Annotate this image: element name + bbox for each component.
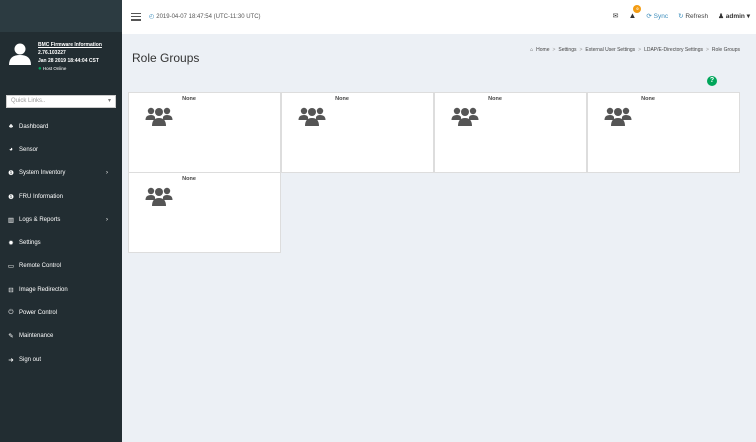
chevron-right-icon: › [106, 170, 108, 177]
datetime-text: 2019-04-07 18:47:54 (UTC-11:30 UTC) [156, 13, 261, 20]
header-actions: ✉ ▲ 0 ⟳ Sync ↻ Refresh ♟ admin ▾ [613, 5, 750, 20]
users-group-icon [145, 107, 173, 126]
sidebar-item-label: Settings [19, 240, 41, 247]
breadcrumb: ⌂ Home > Settings > External User Settin… [530, 47, 740, 53]
firmware-info-link[interactable]: BMC Firmware Information [38, 41, 102, 49]
user-icon: ♟ [718, 12, 724, 20]
status-dot-icon: ● [38, 66, 42, 72]
sync-button[interactable]: ⟳ Sync [646, 12, 668, 20]
wrench-icon: ✎ [8, 333, 14, 341]
sidebar-item-label: Dashboard [19, 123, 49, 130]
breadcrumb-ldap-settings[interactable]: LDAP/E-Directory Settings [644, 47, 703, 53]
power-icon: ⏻ [8, 309, 14, 317]
user-menu-button[interactable]: ♟ admin ▾ [718, 12, 750, 20]
sidebar-item-sensor[interactable]: ◕ Sensor [0, 138, 122, 161]
sync-icon: ⟳ [646, 12, 652, 20]
sidebar-item-logs-reports[interactable]: ▥ Logs & Reports › [0, 208, 122, 231]
role-group-name: None [335, 96, 349, 102]
sidebar-item-label: System Inventory [19, 170, 66, 177]
host-status-text: Host Online [42, 66, 67, 71]
role-group-name: None [182, 96, 196, 102]
breadcrumb-home[interactable]: Home [536, 47, 549, 53]
sidebar-item-label: Logs & Reports [19, 216, 61, 223]
firmware-version: 2.76.103227 [38, 50, 66, 56]
sidebar-item-dashboard[interactable]: ♣ Dashboard [0, 115, 122, 138]
clock-icon: ◴ [149, 14, 155, 20]
home-icon: ⌂ [530, 47, 534, 53]
user-label: admin [725, 12, 745, 20]
host-status: ● Host Online [38, 65, 102, 73]
chart-icon: ▥ [7, 216, 15, 224]
user-avatar-icon [9, 43, 31, 65]
breadcrumb-role-groups: Role Groups [711, 47, 740, 53]
sidebar-item-image-redirection[interactable]: ⊟ Image Redirection [0, 278, 122, 301]
refresh-icon: ↻ [678, 12, 684, 20]
role-group-card[interactable]: None [281, 92, 434, 173]
firmware-date: Jan 28 2019 18:44:04 CST [38, 58, 99, 64]
sidebar-item-label: FRU Information [19, 193, 64, 200]
sidebar-item-settings[interactable]: ✹ Settings [0, 231, 122, 254]
envelope-icon[interactable]: ✉ [613, 12, 619, 20]
chevron-right-icon: › [106, 216, 108, 223]
quick-links-placeholder: Quick Links.. [11, 98, 46, 104]
role-group-card[interactable]: None [434, 92, 587, 173]
breadcrumb-settings[interactable]: Settings [558, 47, 576, 53]
breadcrumb-separator: > [579, 47, 583, 53]
info-icon: ❶ [8, 170, 14, 178]
sidebar-item-label: Remote Control [19, 263, 62, 270]
top-header: ◴ 2019-04-07 18:47:54 (UTC-11:30 UTC) ✉ … [122, 0, 756, 34]
sidebar-item-label: Sensor [19, 146, 39, 153]
refresh-label: Refresh [685, 12, 709, 20]
users-group-icon [298, 107, 326, 126]
quick-links-select[interactable]: Quick Links.. ▾ [6, 95, 116, 108]
breadcrumb-separator: > [638, 47, 642, 53]
role-group-card[interactable]: None [587, 92, 740, 173]
users-group-icon [145, 187, 173, 206]
sidebar-item-label: Power Control [19, 310, 58, 317]
alerts-button[interactable]: ▲ 0 [628, 5, 642, 20]
breadcrumb-separator: > [706, 47, 709, 53]
sidebar-item-label: Sign out [19, 356, 42, 363]
refresh-button[interactable]: ↻ Refresh [678, 12, 708, 20]
sidebar-item-system-inventory[interactable]: ❶ System Inventory › [0, 162, 122, 185]
sidebar-item-sign-out[interactable]: ➜ Sign out [0, 348, 122, 371]
datetime-display: ◴ 2019-04-07 18:47:54 (UTC-11:30 UTC) [149, 13, 261, 21]
monitor-icon: ▭ [7, 263, 15, 271]
alert-count-badge: 0 [633, 5, 642, 13]
sidebar-item-fru-information[interactable]: ❶ FRU Information [0, 185, 122, 208]
users-group-icon [451, 107, 479, 126]
chevron-down-icon: ▾ [107, 98, 111, 104]
sidebar-item-maintenance[interactable]: ✎ Maintenance [0, 325, 122, 348]
menu-toggle-icon[interactable] [131, 13, 141, 21]
breadcrumb-separator: > [552, 47, 556, 53]
users-group-icon [604, 107, 632, 126]
sidebar-item-label: Maintenance [19, 333, 54, 340]
sidebar-item-label: Image Redirection [19, 286, 68, 293]
sidebar-logo-area [0, 0, 122, 32]
help-icon[interactable]: ? [707, 76, 717, 86]
sync-label: Sync [653, 12, 669, 20]
info-icon: ❶ [8, 193, 14, 201]
sidebar-nav: ♣ Dashboard ◕ Sensor ❶ System Inventory … [0, 115, 122, 371]
role-group-name: None [641, 96, 655, 102]
role-group-name: None [182, 176, 196, 182]
sidebar-item-power-control[interactable]: ⏻ Power Control [0, 301, 122, 324]
role-group-name: None [488, 96, 502, 102]
disk-icon: ⊟ [8, 286, 14, 294]
page-title: Role Groups [132, 51, 200, 65]
role-group-card[interactable]: None [128, 92, 281, 173]
gear-icon: ✹ [8, 240, 14, 248]
gauge-icon: ◕ [9, 146, 13, 154]
breadcrumb-external-user-settings[interactable]: External User Settings [585, 47, 635, 53]
sidebar: BMC Firmware Information 2.76.103227 Jan… [0, 0, 122, 442]
sidebar-item-remote-control[interactable]: ▭ Remote Control [0, 255, 122, 278]
user-panel: BMC Firmware Information 2.76.103227 Jan… [0, 32, 122, 87]
dashboard-icon: ♣ [8, 123, 14, 131]
chevron-down-icon: ▾ [746, 12, 750, 20]
sign-out-icon: ➜ [8, 356, 14, 364]
role-group-card[interactable]: None [128, 172, 281, 253]
